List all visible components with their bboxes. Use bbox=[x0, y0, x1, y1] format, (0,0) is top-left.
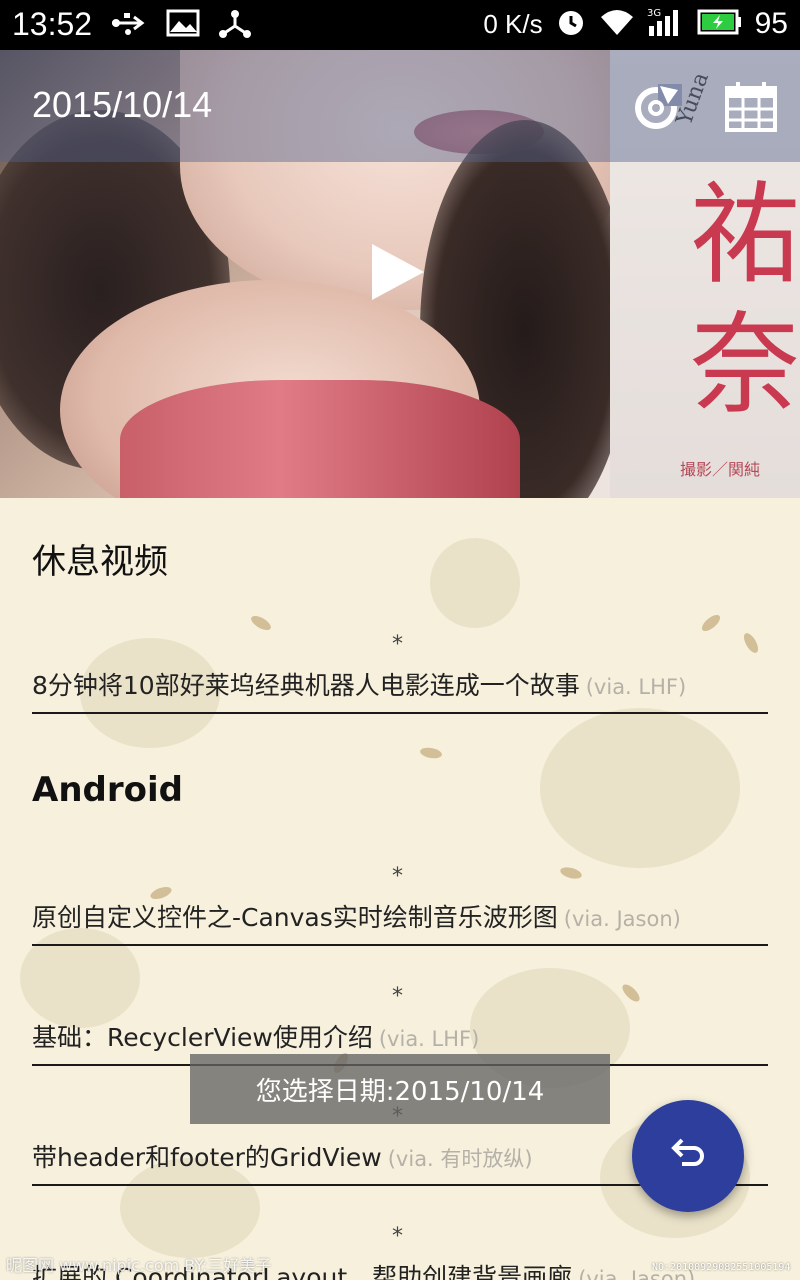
play-icon[interactable] bbox=[372, 244, 424, 300]
item-title: 带header和footer的GridView bbox=[32, 1143, 382, 1172]
poster-credit: 撮影／関純 bbox=[680, 460, 761, 479]
toolbar-title: 2015/10/14 bbox=[32, 84, 213, 125]
background-pattern bbox=[741, 630, 761, 656]
item-divider: * bbox=[392, 984, 403, 1009]
background-pattern bbox=[419, 746, 443, 760]
watermark-id: NO:20100929082551005194 bbox=[652, 1262, 791, 1273]
watermark: 昵图网 www.nipic.com BY:三好美子 bbox=[6, 1256, 272, 1275]
item-divider: * bbox=[392, 864, 403, 889]
network-type: 3G bbox=[647, 8, 661, 19]
poster-char-2: 奈 bbox=[690, 301, 800, 429]
background-pattern bbox=[430, 538, 520, 628]
item-author: (via. Jason) bbox=[563, 907, 681, 931]
list-item[interactable]: 8分钟将10部好莱坞经典机器人电影连成一个故事 (via. LHF) bbox=[32, 666, 768, 714]
net-speed: 0 K/s bbox=[483, 8, 543, 39]
background-pattern bbox=[540, 708, 740, 868]
background-pattern bbox=[248, 613, 274, 633]
battery-level: 95 bbox=[754, 7, 788, 40]
background-pattern bbox=[559, 865, 583, 881]
system-icons: 0 K/s 3G 95 bbox=[483, 6, 788, 42]
poster-char-1: 祐 bbox=[690, 171, 800, 299]
section-title: 休息视频 bbox=[32, 542, 168, 582]
toolbar: 2015/10/14 bbox=[0, 50, 800, 162]
wifi-icon bbox=[599, 7, 635, 41]
item-divider: * bbox=[392, 1224, 403, 1249]
battery-icon bbox=[697, 8, 743, 40]
item-author: (via. LHF) bbox=[585, 675, 687, 699]
status-bar: 13:52 0 K/s 3G 95 bbox=[0, 0, 800, 50]
notification-icons bbox=[108, 8, 252, 44]
item-author: (via. 有时放纵) bbox=[387, 1147, 533, 1171]
section-title: Android bbox=[32, 770, 183, 810]
image-icon bbox=[166, 8, 200, 44]
alarm-icon bbox=[555, 6, 587, 42]
item-title: 8分钟将10部好莱坞经典机器人电影连成一个故事 bbox=[32, 671, 580, 700]
status-time: 13:52 bbox=[12, 6, 93, 42]
background-pattern bbox=[699, 612, 723, 634]
hero-dress bbox=[120, 380, 520, 498]
background-pattern bbox=[619, 981, 643, 1005]
share-icon bbox=[218, 8, 252, 44]
back-fab-button[interactable] bbox=[632, 1100, 744, 1212]
refresh-icon[interactable] bbox=[630, 80, 682, 132]
item-title: 基础：RecyclerView使用介绍 bbox=[32, 1023, 373, 1052]
calendar-icon[interactable] bbox=[724, 80, 778, 134]
toast-message: 您选择日期:2015/10/14 bbox=[190, 1054, 610, 1124]
usb-icon bbox=[108, 8, 148, 44]
signal-icon: 3G bbox=[647, 6, 685, 42]
item-title: 原创自定义控件之-Canvas实时绘制音乐波形图 bbox=[32, 903, 558, 932]
item-author: (via. LHF) bbox=[378, 1027, 480, 1051]
undo-icon bbox=[668, 1136, 708, 1176]
item-divider: * bbox=[392, 632, 403, 657]
list-item[interactable]: 原创自定义控件之-Canvas实时绘制音乐波形图 (via. Jason) bbox=[32, 898, 768, 946]
